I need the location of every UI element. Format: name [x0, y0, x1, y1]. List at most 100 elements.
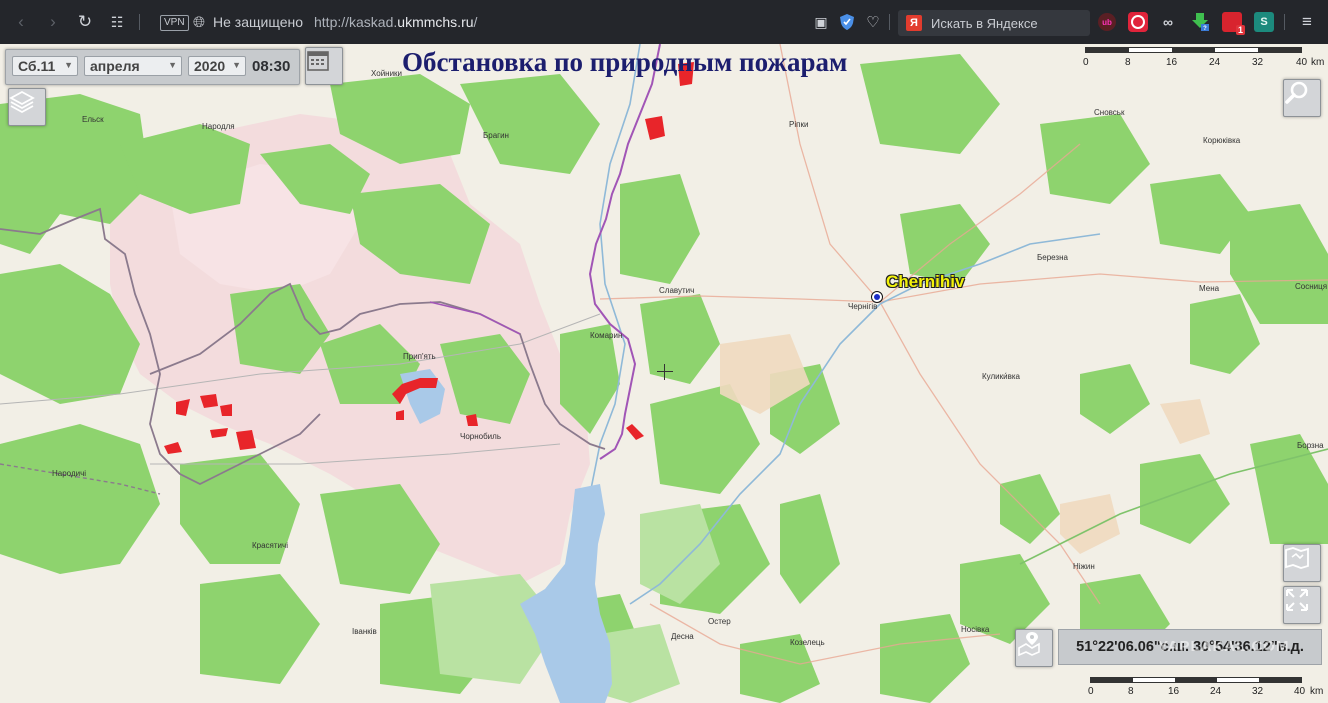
- city-label: Іванків: [352, 627, 377, 636]
- globe-icon[interactable]: 🌐︎: [190, 0, 208, 44]
- map-legend-button[interactable]: [1283, 544, 1321, 582]
- location-button[interactable]: [1015, 629, 1053, 667]
- scale-unit: km: [1310, 686, 1324, 697]
- city-label: Ніжин: [1073, 562, 1095, 571]
- layers-button[interactable]: [8, 88, 46, 126]
- camera-icon[interactable]: ▣: [808, 0, 834, 44]
- city-label: Сосниця: [1295, 282, 1328, 291]
- address-bar[interactable]: http://kaskad. ukmmchs.ru /: [314, 0, 477, 44]
- heart-icon[interactable]: ♡: [860, 0, 886, 44]
- highlight-city-label: Chernihiv: [886, 272, 965, 291]
- city-label: Березна: [1037, 253, 1068, 262]
- city-label: Брагин: [483, 131, 509, 140]
- fullscreen-button[interactable]: [1283, 586, 1321, 624]
- browser-toolbar: ‹ › ↻ ☷ VPN 🌐︎ Не защищено http://kaskad…: [0, 0, 1328, 45]
- toolbar-separator: [889, 14, 890, 30]
- city-label: Хойники: [371, 69, 403, 78]
- city-marker-icon[interactable]: [871, 291, 883, 303]
- city-label: Сновськ: [1094, 108, 1125, 117]
- scale-tick-label: 32: [1252, 57, 1264, 68]
- map-pin-icon: [1018, 632, 1040, 656]
- scale-tick-label: 40: [1296, 57, 1308, 68]
- map-title: Обстановка по природным пожарам: [402, 47, 848, 77]
- scale-unit: km: [1311, 57, 1325, 68]
- forward-icon[interactable]: ›: [40, 0, 66, 44]
- city-label: Остер: [708, 617, 731, 626]
- time-value: 08:30: [252, 58, 291, 75]
- year-select[interactable]: 2020 ▼: [188, 56, 246, 76]
- toolbar-separator: [1284, 14, 1285, 30]
- city-label: Борзна: [1297, 441, 1324, 450]
- url-domain: ukmmchs.ru: [397, 14, 474, 30]
- scale-tick-label: 24: [1210, 686, 1222, 697]
- notification-badge: 1: [1235, 25, 1245, 35]
- ublock-icon[interactable]: ub: [1098, 13, 1116, 31]
- expand-icon: [1286, 589, 1308, 611]
- scale-tick-label: 8: [1128, 686, 1134, 697]
- yandex-logo-icon: Я: [906, 15, 922, 31]
- city-label: Мена: [1199, 284, 1220, 293]
- scale-tick-label: 8: [1125, 57, 1131, 68]
- date-selector-panel: Сб.11 ▼ апреля ▼ 2020 ▼ 08:30: [5, 49, 300, 85]
- city-label: Ельск: [82, 115, 104, 124]
- city-label: Десна: [671, 632, 694, 641]
- opera-extension-icon[interactable]: [1128, 12, 1148, 32]
- city-label: Носівка: [961, 625, 990, 634]
- toolbar-separator: [139, 14, 140, 30]
- city-label: Корюківка: [1203, 136, 1241, 145]
- city-label: Чорнобиль: [460, 432, 501, 441]
- chevron-down-icon: ▼: [168, 60, 177, 70]
- security-status[interactable]: Не защищено: [213, 0, 303, 44]
- scale-tick-label: 32: [1252, 686, 1264, 697]
- url-suffix: /: [473, 14, 478, 30]
- month-select[interactable]: апреля ▼: [84, 56, 182, 76]
- vpn-badge[interactable]: VPN: [160, 15, 189, 31]
- download-extension-icon[interactable]: ?: [1190, 12, 1210, 32]
- scale-bar-bottom: 0 8 16 24 32 40 km: [1088, 674, 1328, 700]
- chevron-down-icon: ▼: [64, 60, 73, 70]
- city-label: Козелець: [790, 638, 825, 647]
- year-value: 2020: [194, 58, 226, 74]
- s-extension-icon[interactable]: S: [1254, 12, 1274, 32]
- scale-tick-label: 40: [1294, 686, 1306, 697]
- city-label: Народичі: [52, 469, 87, 478]
- svg-text:?: ?: [1203, 26, 1207, 32]
- search-button[interactable]: [1283, 79, 1321, 117]
- city-label: Комарин: [590, 331, 623, 340]
- city-label: Прип'ять: [403, 352, 436, 361]
- city-label: Кулики́вка: [982, 372, 1020, 381]
- scale-tick-label: 0: [1088, 686, 1094, 697]
- mail-extension-icon[interactable]: 1: [1222, 12, 1245, 35]
- yandex-search-box[interactable]: Я Искать в Яндексе: [898, 10, 1090, 36]
- shield-icon[interactable]: [838, 0, 856, 44]
- search-placeholder: Искать в Яндексе: [931, 15, 1038, 31]
- city-label: Чернігів: [848, 302, 878, 311]
- crosshair-icon: [657, 364, 673, 380]
- city-label: Народля: [202, 122, 235, 131]
- url-prefix: http://kaskad.: [314, 14, 398, 30]
- watermark: YAPLAKAL.COM: [1158, 638, 1290, 655]
- scale-tick-label: 24: [1209, 57, 1221, 68]
- day-value: Сб.11: [18, 58, 56, 74]
- city-label: Красятичі: [252, 541, 288, 550]
- search-icon: [1285, 81, 1308, 104]
- back-icon[interactable]: ‹: [8, 0, 34, 44]
- map-region-icon: [1285, 547, 1309, 569]
- scale-bar-top: 0 8 16 24 32 40 km: [1083, 44, 1328, 70]
- chevron-down-icon: ▼: [232, 60, 241, 70]
- layers-icon: [9, 90, 35, 114]
- scale-tick-label: 16: [1166, 57, 1178, 68]
- fire-map[interactable]: Обстановка по природным пожарам Хойники …: [0, 44, 1328, 703]
- day-select[interactable]: Сб.11 ▼: [12, 56, 78, 76]
- calendar-button[interactable]: [305, 47, 343, 85]
- city-label: Славутич: [659, 286, 695, 295]
- speed-dial-icon[interactable]: ☷: [104, 0, 130, 44]
- menu-icon[interactable]: ≡: [1294, 0, 1320, 44]
- reload-icon[interactable]: ↻: [72, 0, 98, 44]
- city-label: Рiпки: [789, 120, 809, 129]
- scale-tick-label: 0: [1083, 57, 1089, 68]
- scale-tick-label: 16: [1168, 686, 1180, 697]
- glasses-icon[interactable]: ∞: [1158, 12, 1178, 32]
- month-value: апреля: [90, 58, 140, 74]
- calendar-icon: [307, 51, 329, 71]
